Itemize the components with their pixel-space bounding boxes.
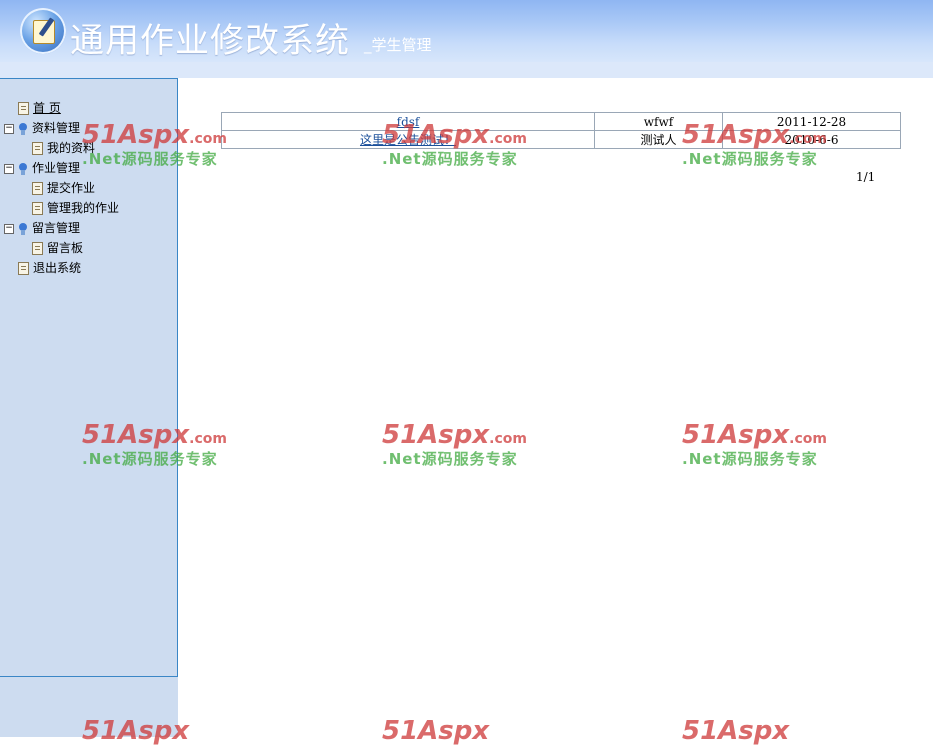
watermark-slogan: .Net源码服务专家 [382, 150, 518, 168]
watermark: 51Aspx.com .Net源码服务专家 [682, 420, 827, 469]
folder-node-icon [18, 222, 28, 235]
sidebar-item-message-board[interactable]: 留言板 [32, 239, 83, 257]
notice-author-cell: wfwf [594, 112, 723, 131]
notice-date-cell: 2010-6-6 [722, 130, 901, 149]
notice-author-cell: 测试人 [594, 130, 723, 149]
app-header: 通用作业修改系统 _学生管理 [0, 0, 933, 78]
collapse-toggle[interactable]: − [4, 123, 14, 134]
notice-title-link[interactable]: 这里是公告测试！ [360, 133, 456, 147]
page-icon [32, 202, 43, 215]
sidebar-item-my-profile[interactable]: 我的资料 [32, 139, 95, 157]
sidebar-item-profile-mgmt[interactable]: − 资料管理 [4, 119, 80, 137]
watermark: 51Aspx.com .Net源码服务专家 [382, 420, 527, 469]
sidebar-item-label[interactable]: 留言板 [47, 241, 83, 255]
watermark-domain: .com [189, 431, 227, 447]
sidebar-item-label[interactable]: 退出系统 [33, 261, 81, 275]
sidebar-item-home[interactable]: 首 页 [18, 99, 61, 117]
app-subtitle: _学生管理 [364, 36, 432, 54]
watermark: 51Aspx [682, 716, 789, 746]
sidebar-item-label[interactable]: 资料管理 [32, 121, 80, 135]
watermark-slogan: .Net源码服务专家 [382, 450, 518, 468]
page-icon [32, 142, 43, 155]
page-icon [32, 242, 43, 255]
sidebar-footer [0, 677, 178, 737]
collapse-toggle[interactable]: − [4, 223, 14, 234]
watermark-slogan: .Net源码服务专家 [682, 450, 818, 468]
table-row: 这里是公告测试！ 测试人 2010-6-6 [221, 130, 901, 149]
watermark: 51Aspx [382, 716, 489, 746]
sidebar-item-logout[interactable]: 退出系统 [18, 259, 81, 277]
page-icon [32, 182, 43, 195]
watermark-brand: 51Aspx [682, 716, 790, 746]
folder-node-icon [18, 122, 28, 135]
watermark-domain: .com [789, 431, 827, 447]
watermark-brand: 51Aspx [682, 420, 790, 450]
sidebar-item-label[interactable]: 首 页 [33, 101, 61, 115]
sidebar-item-message-mgmt[interactable]: − 留言管理 [4, 219, 80, 237]
table-row: fdsf wfwf 2011-12-28 [221, 112, 901, 131]
watermark-domain: .com [489, 431, 527, 447]
notice-title-cell: fdsf [221, 112, 595, 131]
collapse-toggle[interactable]: − [4, 163, 14, 174]
notice-table: fdsf wfwf 2011-12-28 这里是公告测试！ 测试人 2010-6… [221, 112, 901, 149]
sidebar-item-label[interactable]: 作业管理 [32, 161, 80, 175]
page-icon [18, 262, 29, 275]
watermark-slogan: .Net源码服务专家 [682, 150, 818, 168]
sidebar-item-manage-my-homework[interactable]: 管理我的作业 [32, 199, 119, 217]
page-icon [18, 102, 29, 115]
app-title: 通用作业修改系统 [70, 21, 350, 61]
sidebar-item-label[interactable]: 管理我的作业 [47, 201, 119, 215]
pager-indicator: 1/1 [856, 170, 876, 184]
header-divider [0, 62, 933, 78]
watermark-brand: 51Aspx [382, 420, 490, 450]
sidebar-item-homework-mgmt[interactable]: − 作业管理 [4, 159, 80, 177]
sidebar-item-label[interactable]: 我的资料 [47, 141, 95, 155]
notice-title-link[interactable]: fdsf [397, 115, 420, 129]
notice-title-cell: 这里是公告测试！ [221, 130, 595, 149]
app-logo-icon [20, 8, 66, 54]
watermark-brand: 51Aspx [382, 716, 490, 746]
sidebar-nav: 首 页 − 资料管理 我的资料 − 作业管理 提交作业 管理我的作业 − 留言管理 留… [0, 78, 178, 677]
folder-node-icon [18, 162, 28, 175]
sidebar-item-label[interactable]: 留言管理 [32, 221, 80, 235]
sidebar-item-submit-homework[interactable]: 提交作业 [32, 179, 95, 197]
notice-date-cell: 2011-12-28 [722, 112, 901, 131]
sidebar-item-label[interactable]: 提交作业 [47, 181, 95, 195]
